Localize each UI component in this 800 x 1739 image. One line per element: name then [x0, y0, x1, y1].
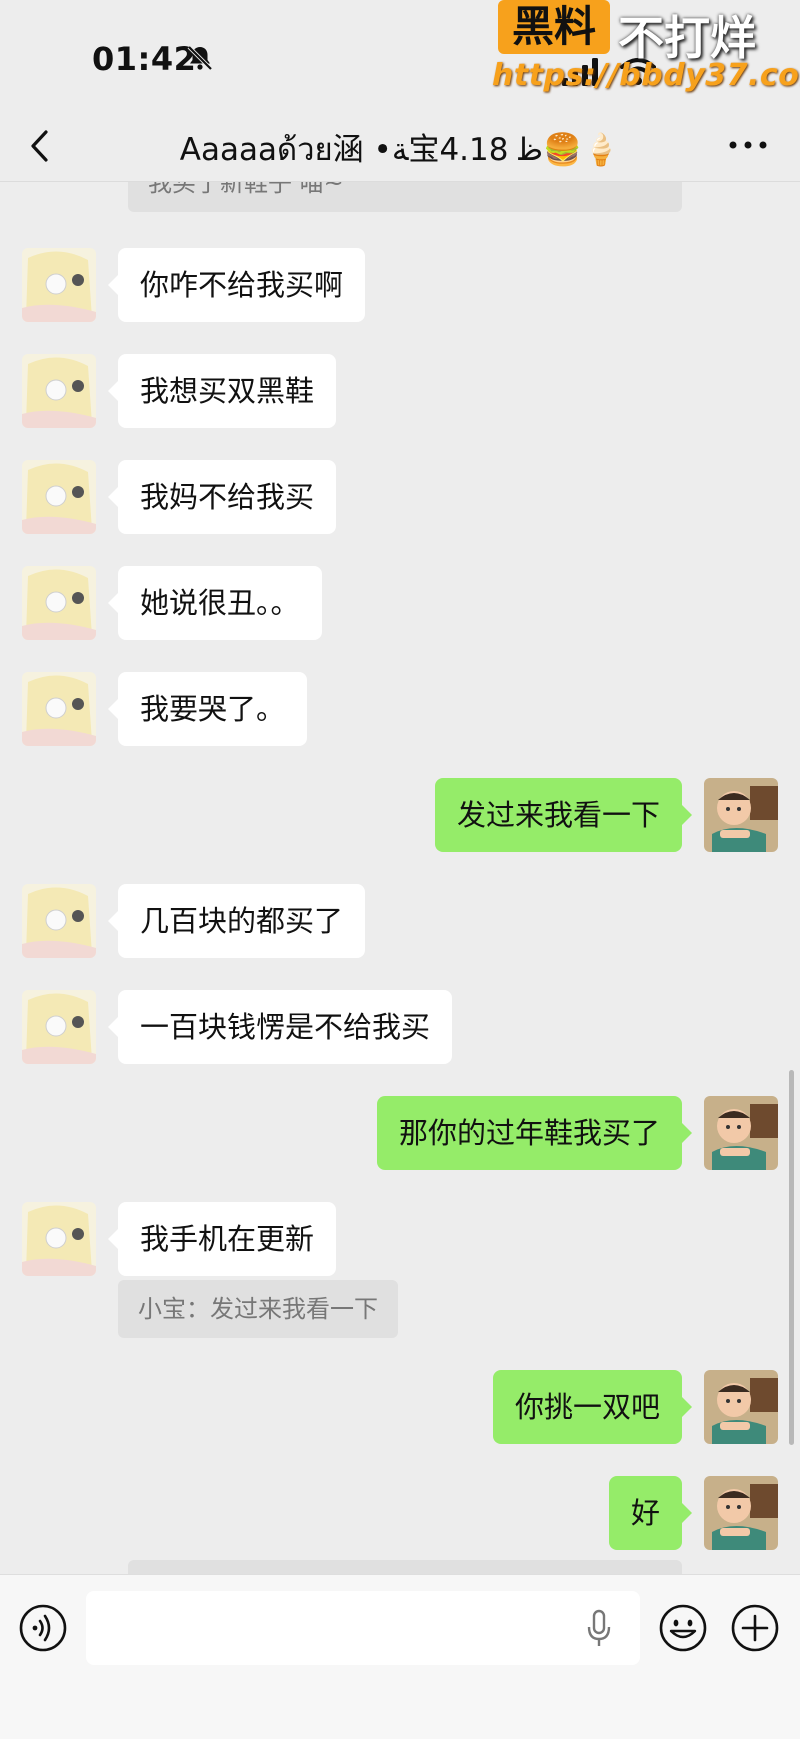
message-bubble[interactable]: 她说很丑。。	[118, 566, 322, 640]
contact-avatar[interactable]	[22, 884, 96, 958]
emoji-icon[interactable]	[658, 1603, 708, 1653]
contact-avatar[interactable]	[22, 1202, 96, 1276]
my-avatar[interactable]	[704, 778, 778, 852]
scrollbar[interactable]	[789, 1070, 794, 1445]
input-bar	[0, 1574, 800, 1739]
contact-avatar[interactable]	[22, 672, 96, 746]
message-bubble[interactable]: 我妈不给我买	[118, 460, 337, 534]
my-avatar[interactable]	[704, 1096, 778, 1170]
contact-avatar[interactable]	[22, 460, 96, 534]
reply-quote[interactable]: 小宝：发过来我看一下	[118, 1280, 398, 1338]
chat-title: Aaaaaด้วย涵 •ﺔ宝ﻇ 4.18🍔🍦	[179, 132, 621, 168]
message-bubble[interactable]: 发过来我看一下	[434, 778, 682, 852]
message-bubble[interactable]: 那你的过年鞋我买了	[376, 1096, 682, 1170]
contact-avatar[interactable]	[22, 248, 96, 322]
microphone-icon[interactable]	[586, 1609, 612, 1649]
message-bubble[interactable]: 你挑一双吧	[492, 1370, 682, 1444]
watermark: 黑料 不打烊 https://bbdy37.com	[492, 0, 800, 98]
message-bubble[interactable]: 你咋不给我买啊	[118, 248, 366, 322]
watermark-brand: 黑料	[498, 0, 610, 54]
message-bubble[interactable]: 好	[608, 1476, 682, 1550]
message-bubble[interactable]: 我要哭了。	[118, 672, 308, 746]
bell-muted-icon	[187, 45, 213, 71]
voice-mode-icon[interactable]	[18, 1603, 68, 1653]
back-chevron-icon[interactable]	[26, 128, 54, 164]
status-time: 01:42	[92, 40, 197, 78]
my-avatar[interactable]	[704, 1370, 778, 1444]
watermark-url: https://bbdy37.com	[492, 58, 800, 93]
plus-icon[interactable]	[730, 1603, 780, 1653]
my-avatar[interactable]	[704, 1476, 778, 1550]
quoted-message-partial[interactable]	[128, 1560, 682, 1574]
contact-avatar[interactable]	[22, 566, 96, 640]
message-bubble[interactable]: 几百块的都买了	[118, 884, 366, 958]
chat-message-list[interactable]: 我买了新鞋子 喵~ 你咋不给我买啊 我想买双黑鞋 我妈不给我买 她说很丑。。 我…	[0, 182, 800, 1574]
quoted-message-top[interactable]: 我买了新鞋子 喵~	[128, 182, 682, 212]
message-input[interactable]	[86, 1591, 640, 1665]
more-options-icon[interactable]	[728, 140, 768, 150]
message-bubble[interactable]: 我想买双黑鞋	[118, 354, 337, 428]
chat-header: Aaaaaด้วย涵 •ﺔ宝ﻇ 4.18🍔🍦	[0, 110, 800, 182]
contact-avatar[interactable]	[22, 354, 96, 428]
contact-avatar[interactable]	[22, 990, 96, 1064]
message-bubble[interactable]: 我手机在更新	[118, 1202, 337, 1276]
message-bubble[interactable]: 一百块钱愣是不给我买	[118, 990, 453, 1064]
